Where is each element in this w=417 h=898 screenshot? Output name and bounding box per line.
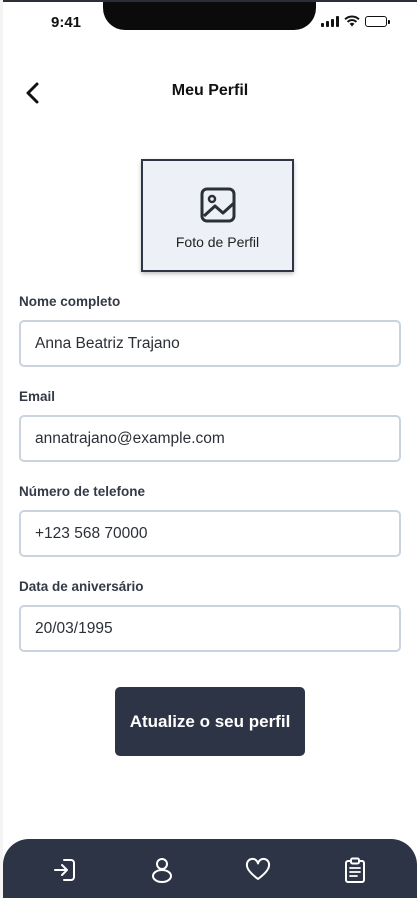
status-icons bbox=[321, 15, 390, 27]
birthday-label: Data de aniversário bbox=[19, 579, 144, 594]
phone-screen: 9:41 Meu Perfil Foto de Perfil Nome comp… bbox=[3, 0, 417, 898]
birthday-field[interactable]: 20/03/1995 bbox=[19, 605, 401, 652]
heart-icon bbox=[246, 857, 271, 880]
full-name-label: Nome completo bbox=[19, 294, 121, 309]
email-label: Email bbox=[19, 389, 56, 404]
email-group: Email annatrajano@example.com bbox=[19, 389, 401, 462]
clipboard-icon bbox=[344, 857, 365, 883]
phone-field[interactable]: +123 568 70000 bbox=[19, 510, 401, 557]
email-field[interactable]: annatrajano@example.com bbox=[19, 415, 401, 462]
tab-favorites[interactable] bbox=[234, 846, 282, 894]
status-bar: 9:41 bbox=[3, 2, 417, 42]
notch bbox=[103, 2, 316, 30]
profile-photo-label: Foto de Perfil bbox=[175, 233, 260, 250]
bottom-tab-bar bbox=[3, 839, 417, 898]
tab-login[interactable] bbox=[41, 846, 89, 894]
phone-label: Número de telefone bbox=[19, 484, 146, 499]
tab-orders[interactable] bbox=[331, 846, 379, 894]
wifi-icon bbox=[344, 15, 360, 27]
page-title: Meu Perfil bbox=[171, 82, 249, 99]
update-profile-button[interactable]: Atualize o seu perfil bbox=[115, 687, 305, 756]
battery-icon bbox=[365, 15, 390, 27]
login-icon bbox=[54, 858, 76, 881]
tab-profile[interactable] bbox=[138, 846, 186, 894]
user-icon bbox=[151, 857, 172, 883]
profile-photo-upload[interactable]: Foto de Perfil bbox=[141, 159, 294, 272]
cellular-signal-icon bbox=[321, 15, 339, 27]
full-name-group: Nome completo Anna Beatriz Trajano bbox=[19, 294, 401, 367]
birthday-group: Data de aniversário 20/03/1995 bbox=[19, 579, 401, 652]
status-time: 9:41 bbox=[51, 14, 82, 31]
phone-group: Número de telefone +123 568 70000 bbox=[19, 484, 401, 557]
image-icon bbox=[200, 187, 235, 222]
full-name-field[interactable]: Anna Beatriz Trajano bbox=[19, 320, 401, 367]
